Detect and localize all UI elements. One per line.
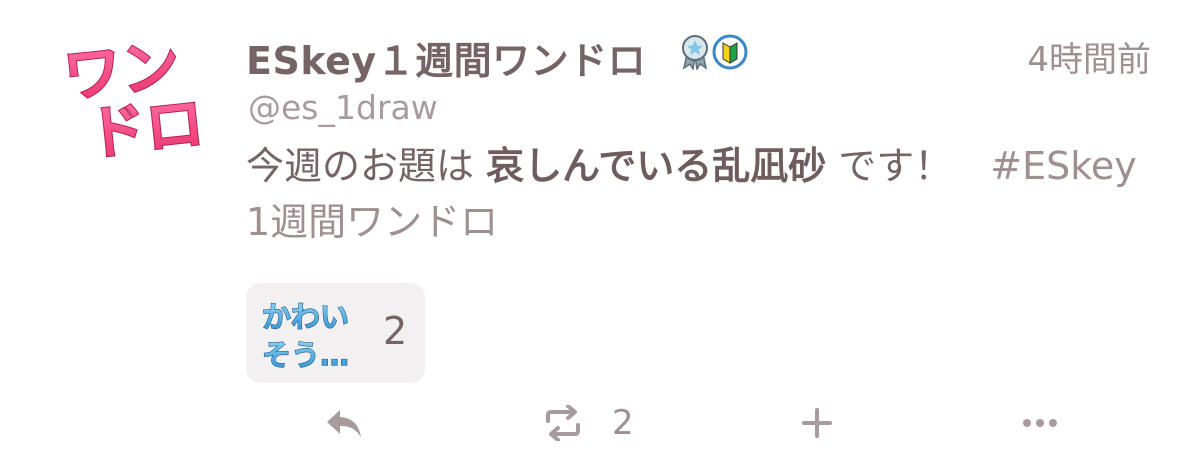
more-button[interactable] — [1022, 398, 1058, 448]
plus-icon — [802, 408, 832, 438]
renote-button[interactable]: 2 — [544, 398, 634, 448]
display-name[interactable]: ESkey１週間ワンドロ — [246, 30, 646, 85]
timestamp[interactable]: 4時間前 — [1027, 32, 1151, 81]
ribbon-badge-icon — [678, 34, 712, 72]
note-header: ESkey１週間ワンドロ 4時間前 — [246, 26, 1151, 83]
reply-icon — [327, 410, 361, 437]
add-reaction-button[interactable] — [802, 398, 832, 448]
reaction-kawaisou[interactable]: かわい そう… 2 — [246, 283, 425, 383]
body-topic: 哀しんでいる乱凪砂 — [486, 144, 827, 188]
beginner-leaf-icon — [712, 34, 748, 70]
reaction-count: 2 — [383, 309, 408, 353]
renote-icon — [546, 405, 580, 441]
note-footer: 2 — [246, 398, 1151, 448]
more-icon — [1023, 419, 1057, 427]
emoji-line-2: そう… — [262, 338, 349, 371]
kawaisou-emoji-icon: かわい そう… — [261, 299, 349, 371]
avatar-line-2: ドロ — [85, 89, 206, 158]
body-suffix: です！ — [826, 144, 991, 188]
emoji-line-1: かわい — [262, 300, 349, 334]
renote-count: 2 — [612, 403, 634, 443]
avatar[interactable]: ワン ドロ — [56, 28, 206, 158]
note-body: 今週のお題は 哀しんでいる乱凪砂 です！ #ESkey1週間ワンドロ — [246, 138, 1151, 250]
note-card: ワン ドロ ESkey１週間ワンドロ 4時間前 @es_1draw 今週のお題は… — [0, 0, 1179, 463]
body-prefix: 今週のお題は — [246, 144, 487, 188]
username[interactable]: @es_1draw — [248, 88, 438, 127]
wandoro-logo-icon: ワン ドロ — [59, 30, 206, 158]
reply-button[interactable] — [324, 398, 364, 448]
